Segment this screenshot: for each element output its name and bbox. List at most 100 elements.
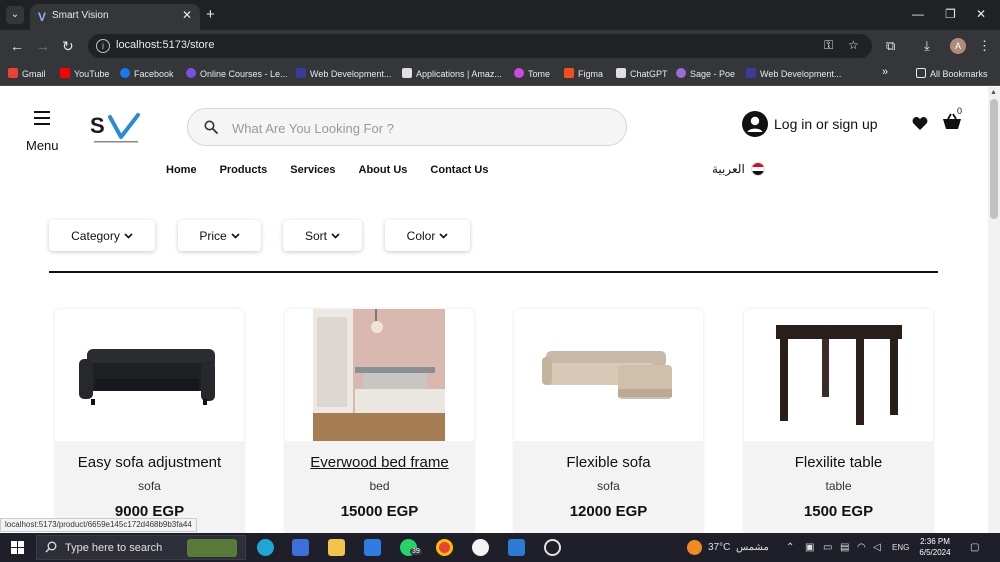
nav-about-us[interactable]: About Us (359, 164, 408, 176)
product-card[interactable]: Easy sofa adjustment sofa 9000 EGP (55, 309, 244, 533)
folder-icon (916, 68, 926, 78)
app-icon-2[interactable] (544, 539, 561, 556)
extensions-icon[interactable]: ⧉ (886, 38, 895, 54)
product-card[interactable]: Flexible sofa sofa 12000 EGP (514, 309, 703, 533)
back-icon[interactable]: ← (10, 38, 24, 54)
chevron-down-icon (231, 232, 240, 239)
all-bookmarks[interactable]: All Bookmarks (916, 68, 988, 79)
restore-icon[interactable]: ❐ (945, 7, 956, 21)
login-link[interactable]: Log in or sign up (742, 111, 878, 137)
page-scrollbar[interactable]: ▲ (988, 87, 1000, 533)
tab-strip: ⌄ V Smart Vision ✕ + — ❐ ✕ (0, 0, 1000, 30)
smart-vision-logo[interactable]: S (88, 111, 144, 147)
chrome-icon[interactable] (436, 539, 453, 556)
search-icon[interactable] (204, 120, 218, 134)
vscode-icon[interactable] (508, 539, 525, 556)
nav-products[interactable]: Products (220, 164, 268, 176)
bookmarks-overflow-icon[interactable]: » (882, 66, 888, 78)
menu-label[interactable]: Menu (26, 138, 59, 153)
site-info-icon[interactable]: i (96, 39, 110, 53)
filter-sort[interactable]: Sort (283, 220, 362, 251)
login-label: Log in or sign up (774, 116, 878, 132)
store-icon[interactable] (292, 539, 309, 556)
filter-price[interactable]: Price (178, 220, 261, 251)
more-menu-icon[interactable]: ⋮ (978, 38, 991, 54)
product-name[interactable]: Everwood bed frame (285, 454, 474, 471)
product-name[interactable]: Flexible sofa (514, 454, 703, 471)
file-explorer-icon[interactable] (328, 539, 345, 556)
tray-app-icon[interactable]: ▣ (805, 542, 814, 553)
reload-icon[interactable]: ↻ (62, 38, 74, 55)
filter-color[interactable]: Color (385, 220, 470, 251)
chevron-down-icon (331, 232, 340, 239)
menu-icon[interactable] (34, 111, 50, 129)
product-name[interactable]: Easy sofa adjustment (55, 454, 244, 471)
search-icon (45, 541, 57, 553)
product-name[interactable]: Flexilite table (744, 454, 933, 471)
tray-chevron-icon[interactable]: ⌃ (786, 542, 794, 553)
bookmark-applications[interactable]: Applications | Amaz... (402, 68, 502, 79)
tome-icon (514, 68, 524, 78)
clock-time: 2:36 PM (920, 537, 950, 546)
volume-icon[interactable]: ◁ (873, 542, 881, 553)
bookmark-star-icon[interactable]: ☆ (848, 38, 859, 52)
taskbar-clock[interactable]: 2:36 PM 6/5/2024 (915, 536, 955, 558)
search-highlight-icon (187, 539, 237, 557)
bookmark-gmail[interactable]: Gmail (8, 68, 46, 79)
tray-app-icon-2[interactable]: ▤ (840, 542, 849, 553)
bookmark-sage-poe[interactable]: Sage - Poe (676, 68, 735, 79)
password-key-icon[interactable]: ⚿ (824, 38, 833, 53)
taskbar-search[interactable]: Type here to search (36, 535, 246, 560)
new-tab-icon[interactable]: + (206, 6, 215, 23)
bookmark-tome[interactable]: Tome (514, 68, 550, 79)
filter-category[interactable]: Category (49, 220, 155, 251)
window-close-icon[interactable]: ✕ (976, 7, 986, 21)
url-text[interactable]: localhost:5173/store (116, 39, 214, 51)
bookmark-facebook[interactable]: Facebook (120, 68, 174, 79)
edge-icon[interactable] (257, 539, 274, 556)
nav-home[interactable]: Home (166, 164, 197, 176)
egypt-flag-icon (750, 162, 765, 176)
downloads-icon[interactable]: ⤓ (924, 38, 930, 54)
scroll-thumb[interactable] (990, 99, 998, 219)
product-image[interactable] (55, 309, 244, 441)
bookmark-youtube[interactable]: YouTube (60, 68, 109, 79)
bookmark-chatgpt[interactable]: ChatGPT (616, 68, 668, 79)
battery-icon[interactable]: ▭ (823, 542, 832, 553)
temperature[interactable]: 37°C (708, 542, 730, 553)
weather-label[interactable]: مشمس (736, 542, 769, 553)
bookmark-figma[interactable]: Figma (564, 68, 603, 79)
browser-tab[interactable]: V Smart Vision ✕ (30, 4, 200, 30)
windows-start-icon[interactable] (11, 541, 24, 554)
product-card[interactable]: Everwood bed frame bed 15000 EGP (285, 309, 474, 533)
nav-contact-us[interactable]: Contact Us (430, 164, 488, 176)
chatgpt-icon (616, 68, 626, 78)
scroll-up-icon[interactable]: ▲ (990, 89, 997, 96)
search-input[interactable] (232, 117, 612, 139)
product-image[interactable] (285, 309, 474, 441)
minimize-icon[interactable]: — (912, 7, 924, 21)
poe-icon (676, 68, 686, 78)
mail-icon[interactable] (364, 539, 381, 556)
heart-icon[interactable] (912, 116, 928, 131)
facebook-icon (120, 68, 130, 78)
bookmark-online-courses[interactable]: Online Courses - Le... (186, 68, 288, 79)
tab-close-icon[interactable]: ✕ (182, 8, 192, 22)
input-language[interactable]: ENG (892, 543, 909, 552)
profile-avatar[interactable]: A (950, 38, 966, 54)
app-icon[interactable] (472, 539, 489, 556)
product-image[interactable] (744, 309, 933, 441)
omnibox[interactable]: i localhost:5173/store ⚿ ☆ (88, 34, 872, 58)
wifi-icon[interactable]: ◠ (857, 542, 866, 553)
link-status-url: localhost:5173/product/6659e145c172d468b… (0, 518, 197, 532)
language-switch[interactable]: العربية (712, 162, 765, 176)
notifications-icon[interactable]: ▢ (970, 542, 979, 553)
tab-search-icon[interactable]: ⌄ (6, 6, 24, 24)
product-image[interactable] (514, 309, 703, 441)
bookmark-web-dev-1[interactable]: Web Development... (296, 68, 391, 79)
product-card[interactable]: Flexilite table table 1500 EGP (744, 309, 933, 533)
forward-icon[interactable]: → (36, 38, 50, 54)
nav-services[interactable]: Services (290, 164, 335, 176)
search-bar (187, 108, 627, 146)
bookmark-web-dev-2[interactable]: Web Development... (746, 68, 841, 79)
